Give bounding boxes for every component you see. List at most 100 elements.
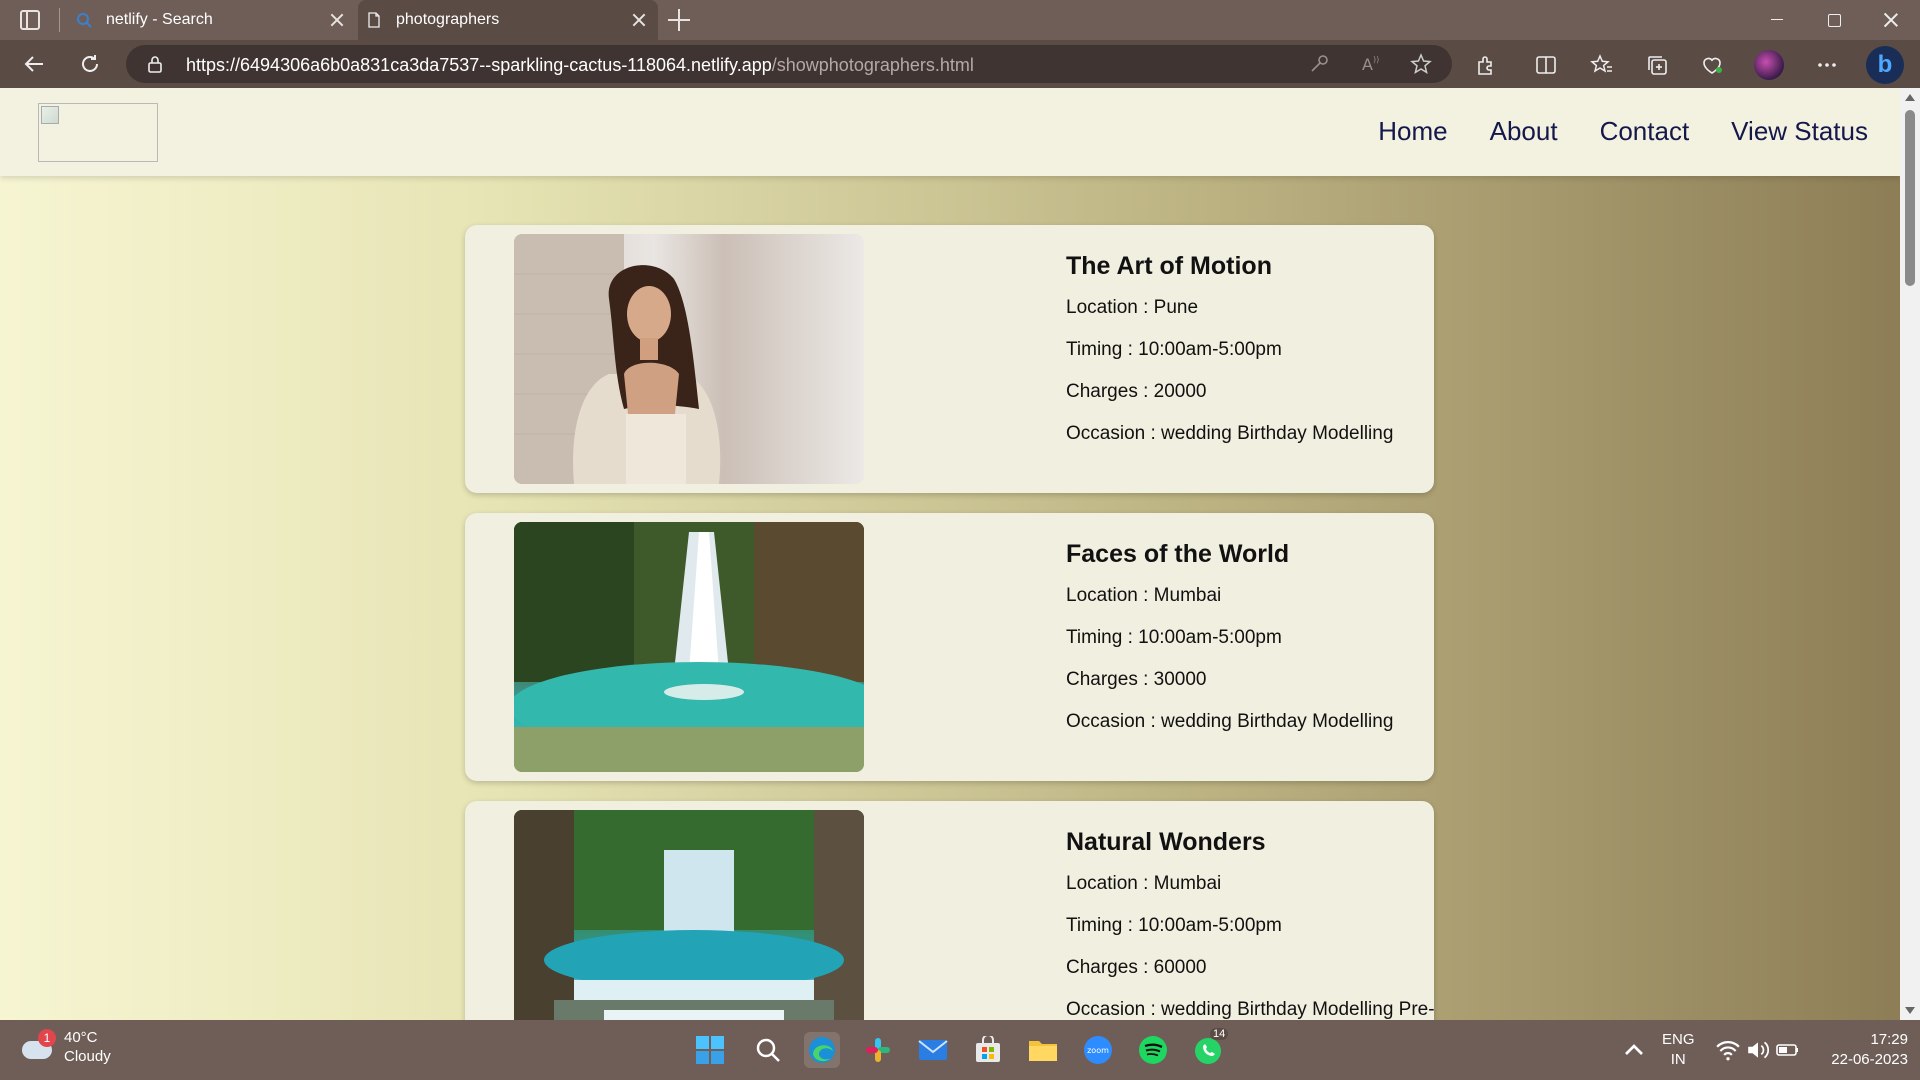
card-title: Faces of the World — [1066, 540, 1290, 568]
waterfall-photo — [514, 810, 864, 1020]
region-code: IN — [1670, 1051, 1686, 1068]
weather-badge: 1 — [38, 1029, 56, 1047]
card-timing: Timing : 10:00am-5:00pm — [1066, 915, 1282, 936]
nav-about-link[interactable]: About — [1490, 116, 1558, 147]
page-scrollbar[interactable] — [1900, 88, 1920, 1020]
show-hidden-icons-chevron-up-icon[interactable] — [1622, 1038, 1646, 1062]
browser-tab-bar: netlify - Search photographers — [0, 0, 1920, 40]
zoom-icon[interactable]: zoom — [1080, 1032, 1116, 1068]
search-icon[interactable] — [750, 1032, 786, 1068]
spotify-icon[interactable] — [1135, 1032, 1171, 1068]
scrollbar-thumb[interactable] — [1905, 110, 1915, 286]
microsoft-store-icon[interactable] — [970, 1032, 1006, 1068]
broken-logo-image[interactable] — [38, 103, 158, 162]
nav-view-status-link[interactable]: View Status — [1731, 116, 1868, 147]
scroll-up-icon[interactable] — [1905, 94, 1915, 101]
back-button[interactable] — [20, 50, 48, 78]
card-info: Faces of the World Location : Mumbai Tim… — [1066, 540, 1393, 753]
site-header: Home About Contact View Status — [0, 88, 1900, 176]
windows-start-icon[interactable] — [692, 1032, 728, 1068]
card-charges: Charges : 60000 — [1066, 957, 1207, 978]
battery-icon[interactable] — [1776, 1038, 1800, 1062]
card-location: Location : Mumbai — [1066, 873, 1222, 894]
tab-actions-icon[interactable] — [20, 10, 40, 30]
tab-photographers[interactable]: photographers — [358, 0, 658, 40]
close-icon[interactable] — [328, 11, 346, 29]
clock-time: 17:29 — [1870, 1031, 1908, 1048]
key-icon[interactable] — [1308, 53, 1330, 75]
nav-home-link[interactable]: Home — [1378, 116, 1447, 147]
waterfall-illustration — [514, 522, 864, 772]
cascade-illustration — [514, 810, 864, 1020]
card-info: The Art of Motion Location : Pune Timing… — [1066, 252, 1393, 465]
card-charges: Charges : 20000 — [1066, 381, 1207, 402]
clock[interactable]: 17:29 22-06-2023 — [1818, 1030, 1908, 1070]
waterfall-photo — [514, 522, 864, 772]
favorites-icon[interactable] — [1590, 53, 1614, 77]
whatsapp-badge: 14 — [1210, 1028, 1229, 1040]
split-screen-icon[interactable] — [1534, 53, 1558, 77]
card-charges: Charges : 30000 — [1066, 669, 1207, 690]
slack-icon[interactable] — [860, 1032, 896, 1068]
photographer-card[interactable]: Faces of the World Location : Mumbai Tim… — [465, 513, 1434, 781]
address-bar[interactable]: https://6494306a6b0a831ca3da7537--sparkl… — [126, 45, 1452, 83]
close-icon[interactable] — [630, 11, 648, 29]
language-indicator[interactable]: ENG IN — [1662, 1030, 1695, 1070]
weather-temp: 40°C — [64, 1029, 98, 1046]
card-title: The Art of Motion — [1066, 252, 1272, 280]
file-explorer-icon[interactable] — [1025, 1032, 1061, 1068]
edge-browser-icon[interactable] — [804, 1032, 840, 1068]
nav-contact-link[interactable]: Contact — [1600, 116, 1690, 147]
restore-icon[interactable] — [1819, 8, 1849, 32]
bing-chat-icon[interactable]: b — [1866, 46, 1904, 84]
more-options-icon[interactable] — [1815, 53, 1839, 77]
card-occasion: Occasion : wedding Birthday Modelling — [1066, 711, 1394, 732]
collections-icon[interactable] — [1645, 53, 1669, 77]
svg-text:)): )) — [1373, 55, 1379, 64]
card-timing: Timing : 10:00am-5:00pm — [1066, 339, 1282, 360]
whatsapp-icon[interactable]: 14 — [1190, 1028, 1229, 1068]
tab-label: netlify - Search — [106, 11, 213, 28]
back-arrow-icon — [24, 56, 43, 72]
search-favicon-icon — [77, 13, 92, 28]
card-location: Location : Pune — [1066, 297, 1199, 318]
url-path: /showphotographers.html — [771, 55, 974, 75]
read-aloud-icon[interactable]: A)) — [1360, 53, 1382, 75]
window-close-icon[interactable] — [1876, 8, 1906, 32]
weather-condition: Cloudy — [64, 1048, 111, 1065]
tab-separator — [59, 8, 60, 32]
page-icon — [368, 12, 380, 28]
svg-text:A: A — [1362, 55, 1373, 74]
volume-icon[interactable] — [1746, 1038, 1770, 1062]
clock-date: 22-06-2023 — [1831, 1051, 1908, 1068]
tab-label: photographers — [396, 11, 500, 28]
card-occasion: Occasion : wedding Birthday Modelling — [1066, 423, 1394, 444]
browser-essentials-icon[interactable] — [1700, 53, 1724, 77]
portrait-photo — [514, 234, 864, 484]
page-viewport: Home About Contact View Status The Art o… — [0, 88, 1920, 1020]
tab-netlify-search[interactable]: netlify - Search — [68, 0, 356, 40]
photographer-card[interactable]: The Art of Motion Location : Pune Timing… — [465, 225, 1434, 493]
new-tab-icon[interactable] — [668, 9, 690, 31]
photographer-card[interactable]: Natural Wonders Location : Mumbai Timing… — [465, 801, 1435, 1020]
cloud-icon: 1 — [20, 1029, 56, 1065]
scroll-down-icon[interactable] — [1905, 1007, 1915, 1014]
wifi-icon[interactable] — [1716, 1038, 1740, 1062]
card-location: Location : Mumbai — [1066, 585, 1222, 606]
card-info: Natural Wonders Location : Mumbai Timing… — [1066, 828, 1435, 1020]
windows-taskbar: 1 40°C Cloudy zoom 14 ENG IN 17:29 22-06… — [0, 1020, 1920, 1080]
favorite-star-icon[interactable] — [1410, 53, 1432, 75]
profile-avatar[interactable] — [1754, 50, 1784, 80]
refresh-icon — [82, 55, 98, 72]
extensions-icon[interactable] — [1474, 53, 1498, 77]
minimize-icon[interactable] — [1762, 8, 1792, 32]
weather-widget[interactable]: 1 40°C Cloudy — [20, 1028, 111, 1066]
lock-icon[interactable] — [146, 55, 164, 73]
refresh-button[interactable] — [76, 50, 104, 78]
card-timing: Timing : 10:00am-5:00pm — [1066, 627, 1282, 648]
url-host: https://6494306a6b0a831ca3da7537--sparkl… — [186, 55, 772, 75]
mail-icon[interactable] — [915, 1032, 951, 1068]
url-text[interactable]: https://6494306a6b0a831ca3da7537--sparkl… — [186, 55, 974, 76]
site-nav: Home About Contact View Status — [1378, 116, 1868, 147]
card-occasion: Occasion : wedding Birthday Modelling Pr… — [1066, 999, 1435, 1020]
